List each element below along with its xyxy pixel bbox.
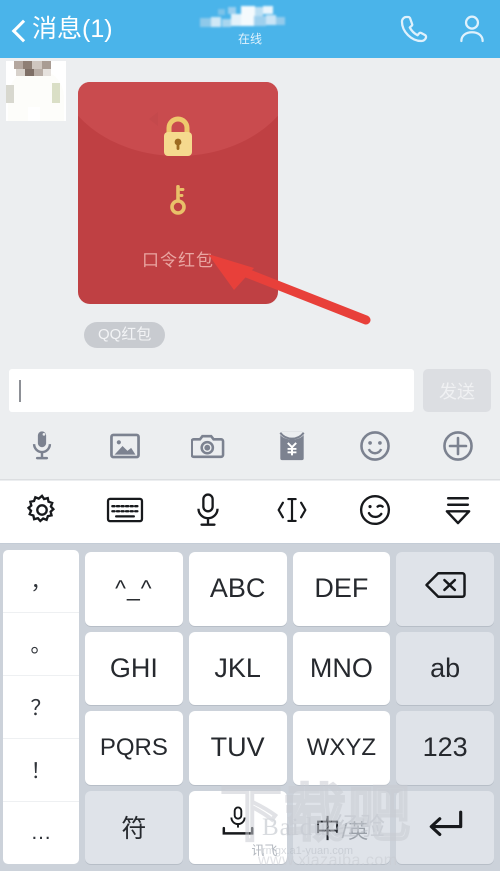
key-mno-label: MNO bbox=[309, 652, 373, 683]
key-jkl-label: JKL bbox=[214, 652, 261, 683]
key-wxyz-label: WXYZ bbox=[306, 733, 377, 761]
key-space[interactable]: 讯飞 bbox=[188, 790, 287, 864]
ime-settings-button[interactable] bbox=[0, 493, 83, 532]
back-button-label: 消息(1) bbox=[32, 14, 113, 43]
contact-status: 在线 bbox=[237, 32, 262, 46]
toolbar-red-packet-button[interactable] bbox=[250, 430, 333, 467]
key-abc-label: ABC bbox=[209, 573, 266, 604]
camera-icon bbox=[190, 431, 225, 466]
lang-en-label: 英 bbox=[348, 820, 369, 843]
chat-toolbar bbox=[0, 418, 500, 480]
punct-key-question[interactable]: ？ bbox=[3, 676, 79, 739]
header-actions bbox=[394, 0, 492, 58]
key-abc[interactable]: ABC bbox=[188, 552, 287, 626]
emoji-icon bbox=[359, 430, 391, 467]
text-caret bbox=[19, 379, 21, 402]
language-toggle-label: 中 / 英 bbox=[315, 809, 369, 846]
key-ab-label: ab bbox=[430, 652, 461, 683]
key-def[interactable]: DEF bbox=[292, 552, 391, 626]
t9-keyboard: ， 。 ？ ！ … ^_^ ABC DEF GHI JKL MNO ab PQR… bbox=[0, 544, 500, 871]
toolbar-image-button[interactable] bbox=[83, 431, 166, 466]
send-button[interactable]: 发送 bbox=[423, 369, 491, 412]
phone-icon[interactable] bbox=[394, 9, 434, 49]
key-emoticon-label: ^_^ bbox=[115, 575, 153, 602]
image-icon bbox=[109, 431, 141, 466]
message-input-bar: 发送 bbox=[0, 363, 500, 418]
enter-icon bbox=[424, 807, 466, 848]
key-wxyz[interactable]: WXYZ bbox=[292, 711, 391, 785]
lang-separator: / bbox=[341, 820, 348, 843]
back-button[interactable]: 消息(1) bbox=[10, 14, 113, 43]
punct-key-comma[interactable]: ， bbox=[3, 550, 79, 613]
key-symbol-label: 符 bbox=[121, 815, 147, 844]
backspace-icon bbox=[424, 570, 466, 607]
key-emoticon[interactable]: ^_^ bbox=[85, 552, 183, 626]
contact-name-masked bbox=[198, 4, 302, 32]
ime-keyboard-button[interactable] bbox=[83, 495, 166, 530]
punctuation-column: ， 。 ？ ！ … bbox=[3, 550, 79, 864]
ime-collapse-button[interactable] bbox=[417, 493, 500, 532]
key-ghi[interactable]: GHI bbox=[85, 631, 183, 705]
microphone-icon bbox=[193, 492, 223, 533]
ime-voice-button[interactable] bbox=[167, 492, 250, 533]
key-123-label: 123 bbox=[422, 732, 468, 763]
emoji-wink-icon bbox=[358, 493, 392, 532]
qq-chat-screen: 消息(1) 在线 口令红包 QQ红包 发送 ， 。 ？ ！ … ^_^ ABC … bbox=[0, 0, 500, 871]
keyboard-icon bbox=[106, 495, 144, 530]
key-tuv[interactable]: TUV bbox=[188, 711, 287, 785]
app-header: 消息(1) 在线 bbox=[0, 0, 500, 58]
plus-circle-icon bbox=[442, 430, 474, 467]
key-enter[interactable] bbox=[396, 790, 494, 864]
lang-cn-label: 中 bbox=[314, 813, 341, 844]
gear-icon bbox=[25, 493, 59, 532]
space-vendor-label: 讯飞 bbox=[251, 843, 278, 858]
key-ab[interactable]: ab bbox=[396, 631, 494, 705]
key-jkl[interactable]: JKL bbox=[188, 631, 287, 705]
message-input-field[interactable] bbox=[9, 369, 414, 412]
key-pqrs[interactable]: PQRS bbox=[85, 711, 183, 785]
lock-icon bbox=[158, 114, 198, 165]
ime-toolbar bbox=[0, 481, 500, 544]
key-lang[interactable]: 中 / 英 bbox=[292, 790, 391, 864]
key-mno[interactable]: MNO bbox=[292, 631, 391, 705]
key-backspace[interactable] bbox=[396, 552, 494, 626]
bubble-tail bbox=[149, 112, 158, 126]
toolbar-emoji-button[interactable] bbox=[333, 430, 416, 467]
key-def-label: DEF bbox=[314, 573, 369, 604]
ime-cursor-move-button[interactable] bbox=[250, 494, 333, 531]
collapse-keyboard-icon bbox=[441, 493, 475, 532]
punct-key-exclaim[interactable]: ！ bbox=[3, 739, 79, 802]
ime-emoji-button[interactable] bbox=[333, 493, 416, 532]
key-symbol[interactable]: 符 bbox=[85, 790, 183, 864]
toolbar-camera-button[interactable] bbox=[167, 431, 250, 466]
chevron-left-icon bbox=[10, 21, 26, 37]
key-icon bbox=[167, 182, 189, 221]
toolbar-microphone-button[interactable] bbox=[0, 429, 83, 468]
microphone-icon bbox=[27, 429, 57, 468]
key-tuv-label: TUV bbox=[210, 732, 265, 763]
send-button-label: 发送 bbox=[439, 381, 475, 402]
key-pqrs-label: PQRS bbox=[99, 733, 168, 761]
key-ghi-label: GHI bbox=[109, 652, 158, 683]
cursor-move-icon bbox=[275, 494, 309, 531]
toolbar-more-button[interactable] bbox=[417, 430, 500, 467]
red-packet-icon bbox=[278, 430, 306, 467]
chat-message-area: 口令红包 QQ红包 bbox=[0, 58, 500, 363]
keypad-grid: ^_^ ABC DEF GHI JKL MNO ab PQRS TUV WXYZ… bbox=[79, 548, 496, 866]
annotation-arrow-icon bbox=[196, 248, 376, 333]
message-source-badge: QQ红包 bbox=[84, 322, 166, 348]
key-123[interactable]: 123 bbox=[396, 711, 494, 785]
punct-key-period[interactable]: 。 bbox=[3, 613, 79, 676]
avatar[interactable] bbox=[6, 61, 66, 121]
person-icon[interactable] bbox=[452, 9, 492, 49]
punct-key-ellipsis[interactable]: … bbox=[3, 802, 79, 864]
